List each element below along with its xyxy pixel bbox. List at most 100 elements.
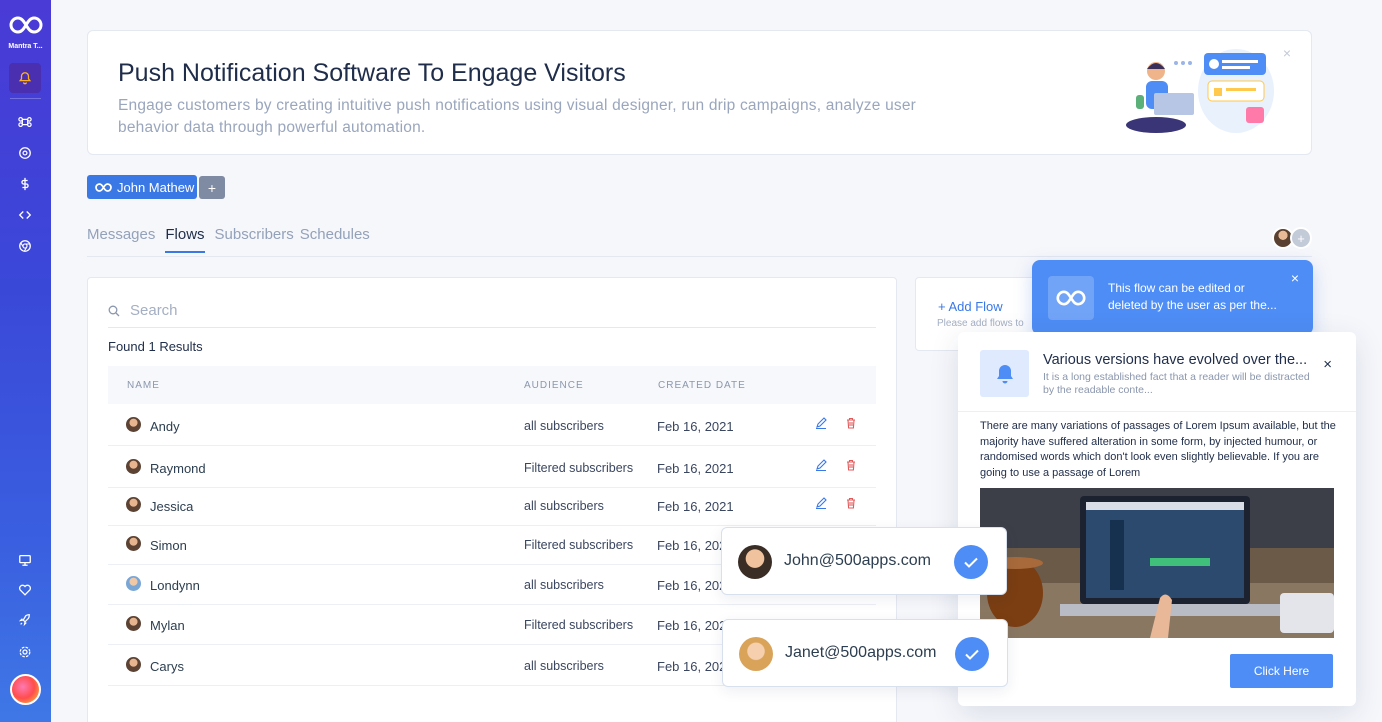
dollar-icon[interactable] — [16, 175, 34, 193]
aperture-icon[interactable] — [16, 144, 34, 162]
row-date: Feb 16, 2021 — [657, 419, 734, 434]
user-avatar[interactable] — [10, 674, 41, 705]
chrome-icon[interactable] — [16, 237, 34, 255]
tab-schedules[interactable]: Schedules — [300, 226, 370, 253]
code-icon[interactable] — [16, 206, 34, 224]
settings-icon[interactable] — [16, 643, 34, 661]
heart-icon[interactable] — [16, 581, 34, 599]
avatar — [739, 637, 773, 671]
bell-icon[interactable] — [16, 69, 34, 87]
banner-close-icon[interactable]: × — [1283, 45, 1291, 61]
avatar — [126, 616, 141, 631]
column-audience[interactable]: AUDIENCE — [524, 380, 584, 391]
add-workspace-button[interactable]: + — [199, 176, 225, 199]
results-count: Found 1 Results — [108, 339, 203, 354]
push-divider — [958, 411, 1356, 412]
row-date: Feb 16, 2021 — [657, 499, 734, 514]
tab-bar: Messages Flows Subscribers Schedules — [87, 226, 380, 253]
row-name: Londynn — [150, 578, 200, 593]
workspace-chip[interactable]: John Mathew — [87, 175, 197, 199]
avatar — [126, 657, 141, 672]
push-body: There are many variations of passages of… — [980, 420, 1336, 479]
table-row[interactable]: Jessica all subscribers Feb 16, 2021 — [108, 486, 876, 526]
row-name: Simon — [150, 538, 187, 553]
laptop-photo — [980, 488, 1334, 638]
tab-flows[interactable]: Flows — [165, 226, 205, 253]
add-collaborator-button[interactable]: + — [1290, 227, 1312, 249]
avatar — [126, 417, 141, 432]
row-audience: all subscribers — [524, 578, 604, 592]
avatar — [126, 459, 141, 474]
banner-title: Push Notification Software To Engage Vis… — [118, 59, 626, 87]
search-icon — [108, 305, 120, 316]
table-row[interactable]: Raymond Filtered subscribers Feb 16, 202… — [108, 448, 876, 488]
push-title: Various versions have evolved over the..… — [1043, 352, 1308, 368]
collaborator-avatars[interactable]: + — [1272, 227, 1312, 249]
search-input[interactable] — [130, 302, 730, 319]
column-name[interactable]: NAME — [127, 380, 160, 391]
bell-icon — [980, 350, 1029, 397]
column-created-date[interactable]: CREATED DATE — [658, 380, 746, 391]
click-here-button[interactable]: Click Here — [1230, 654, 1333, 688]
row-audience: Filtered subscribers — [524, 461, 634, 475]
intro-banner: Push Notification Software To Engage Vis… — [87, 30, 1312, 155]
row-name: Jessica — [150, 499, 194, 514]
avatar — [126, 536, 141, 551]
sidebar: Mantra T... — [0, 0, 51, 722]
avatar — [126, 497, 141, 512]
add-flow-hint: Please add flows to — [937, 318, 1024, 329]
subscriber-email: Janet@500apps.com — [785, 644, 937, 661]
avatar — [738, 545, 772, 579]
command-icon[interactable] — [16, 113, 34, 131]
delete-icon[interactable] — [845, 417, 857, 429]
row-name: Raymond — [150, 461, 206, 476]
person-laptop-illustration — [1126, 49, 1274, 133]
row-audience: all subscribers — [524, 419, 604, 433]
edit-icon[interactable] — [815, 417, 827, 429]
check-icon[interactable] — [954, 545, 988, 579]
subscriber-email: John@500apps.com — [784, 552, 931, 569]
tab-divider — [87, 256, 1312, 257]
push-close-icon[interactable]: × — [1323, 356, 1332, 373]
row-audience: Filtered subscribers — [524, 538, 634, 552]
subscriber-chip[interactable]: Janet@500apps.com — [722, 619, 1008, 687]
push-subtitle: It is a long established fact that a rea… — [1043, 371, 1310, 396]
push-notification-preview: Various versions have evolved over the..… — [958, 332, 1356, 706]
table-row[interactable]: Andy all subscribers Feb 16, 2021 — [108, 406, 876, 446]
row-date: Feb 16, 2021 — [657, 461, 734, 476]
delete-icon[interactable] — [845, 497, 857, 509]
avatar — [126, 576, 141, 591]
row-date: Feb 16, 202 — [657, 538, 727, 553]
edit-icon[interactable] — [815, 459, 827, 471]
tooltip-text: This flow can be edited or deleted by th… — [1108, 281, 1277, 312]
row-name: Carys — [150, 659, 184, 674]
rocket-icon[interactable] — [16, 611, 34, 629]
monitor-icon[interactable] — [16, 551, 34, 569]
table-header: NAME AUDIENCE CREATED DATE — [108, 366, 876, 404]
row-audience: Filtered subscribers — [524, 618, 634, 632]
infinity-logo-icon[interactable] — [9, 14, 43, 36]
tab-subscribers[interactable]: Subscribers — [215, 226, 294, 253]
infinity-icon — [95, 182, 112, 192]
infinity-icon — [1048, 276, 1094, 320]
row-date: Feb 16, 202 — [657, 618, 727, 633]
workspace-name: John Mathew — [117, 179, 195, 195]
delete-icon[interactable] — [845, 459, 857, 471]
flow-tooltip: This flow can be edited or deleted by th… — [1032, 260, 1313, 335]
check-icon[interactable] — [955, 637, 989, 671]
brand-name: Mantra T... — [8, 43, 43, 50]
search-bar[interactable] — [108, 294, 876, 328]
row-name: Andy — [150, 419, 180, 434]
row-date: Feb 16, 202 — [657, 659, 727, 674]
tooltip-close-icon[interactable]: × — [1291, 270, 1299, 286]
edit-icon[interactable] — [815, 497, 827, 509]
sidebar-divider — [10, 98, 41, 99]
banner-description: Engage customers by creating intuitive p… — [118, 97, 917, 136]
row-audience: all subscribers — [524, 499, 604, 513]
row-date: Feb 16, 202 — [657, 578, 727, 593]
subscriber-chip[interactable]: John@500apps.com — [721, 527, 1007, 595]
row-name: Mylan — [150, 618, 185, 633]
add-flow-button[interactable]: + Add Flow — [938, 299, 1003, 314]
tab-messages[interactable]: Messages — [87, 226, 155, 253]
row-audience: all subscribers — [524, 659, 604, 673]
